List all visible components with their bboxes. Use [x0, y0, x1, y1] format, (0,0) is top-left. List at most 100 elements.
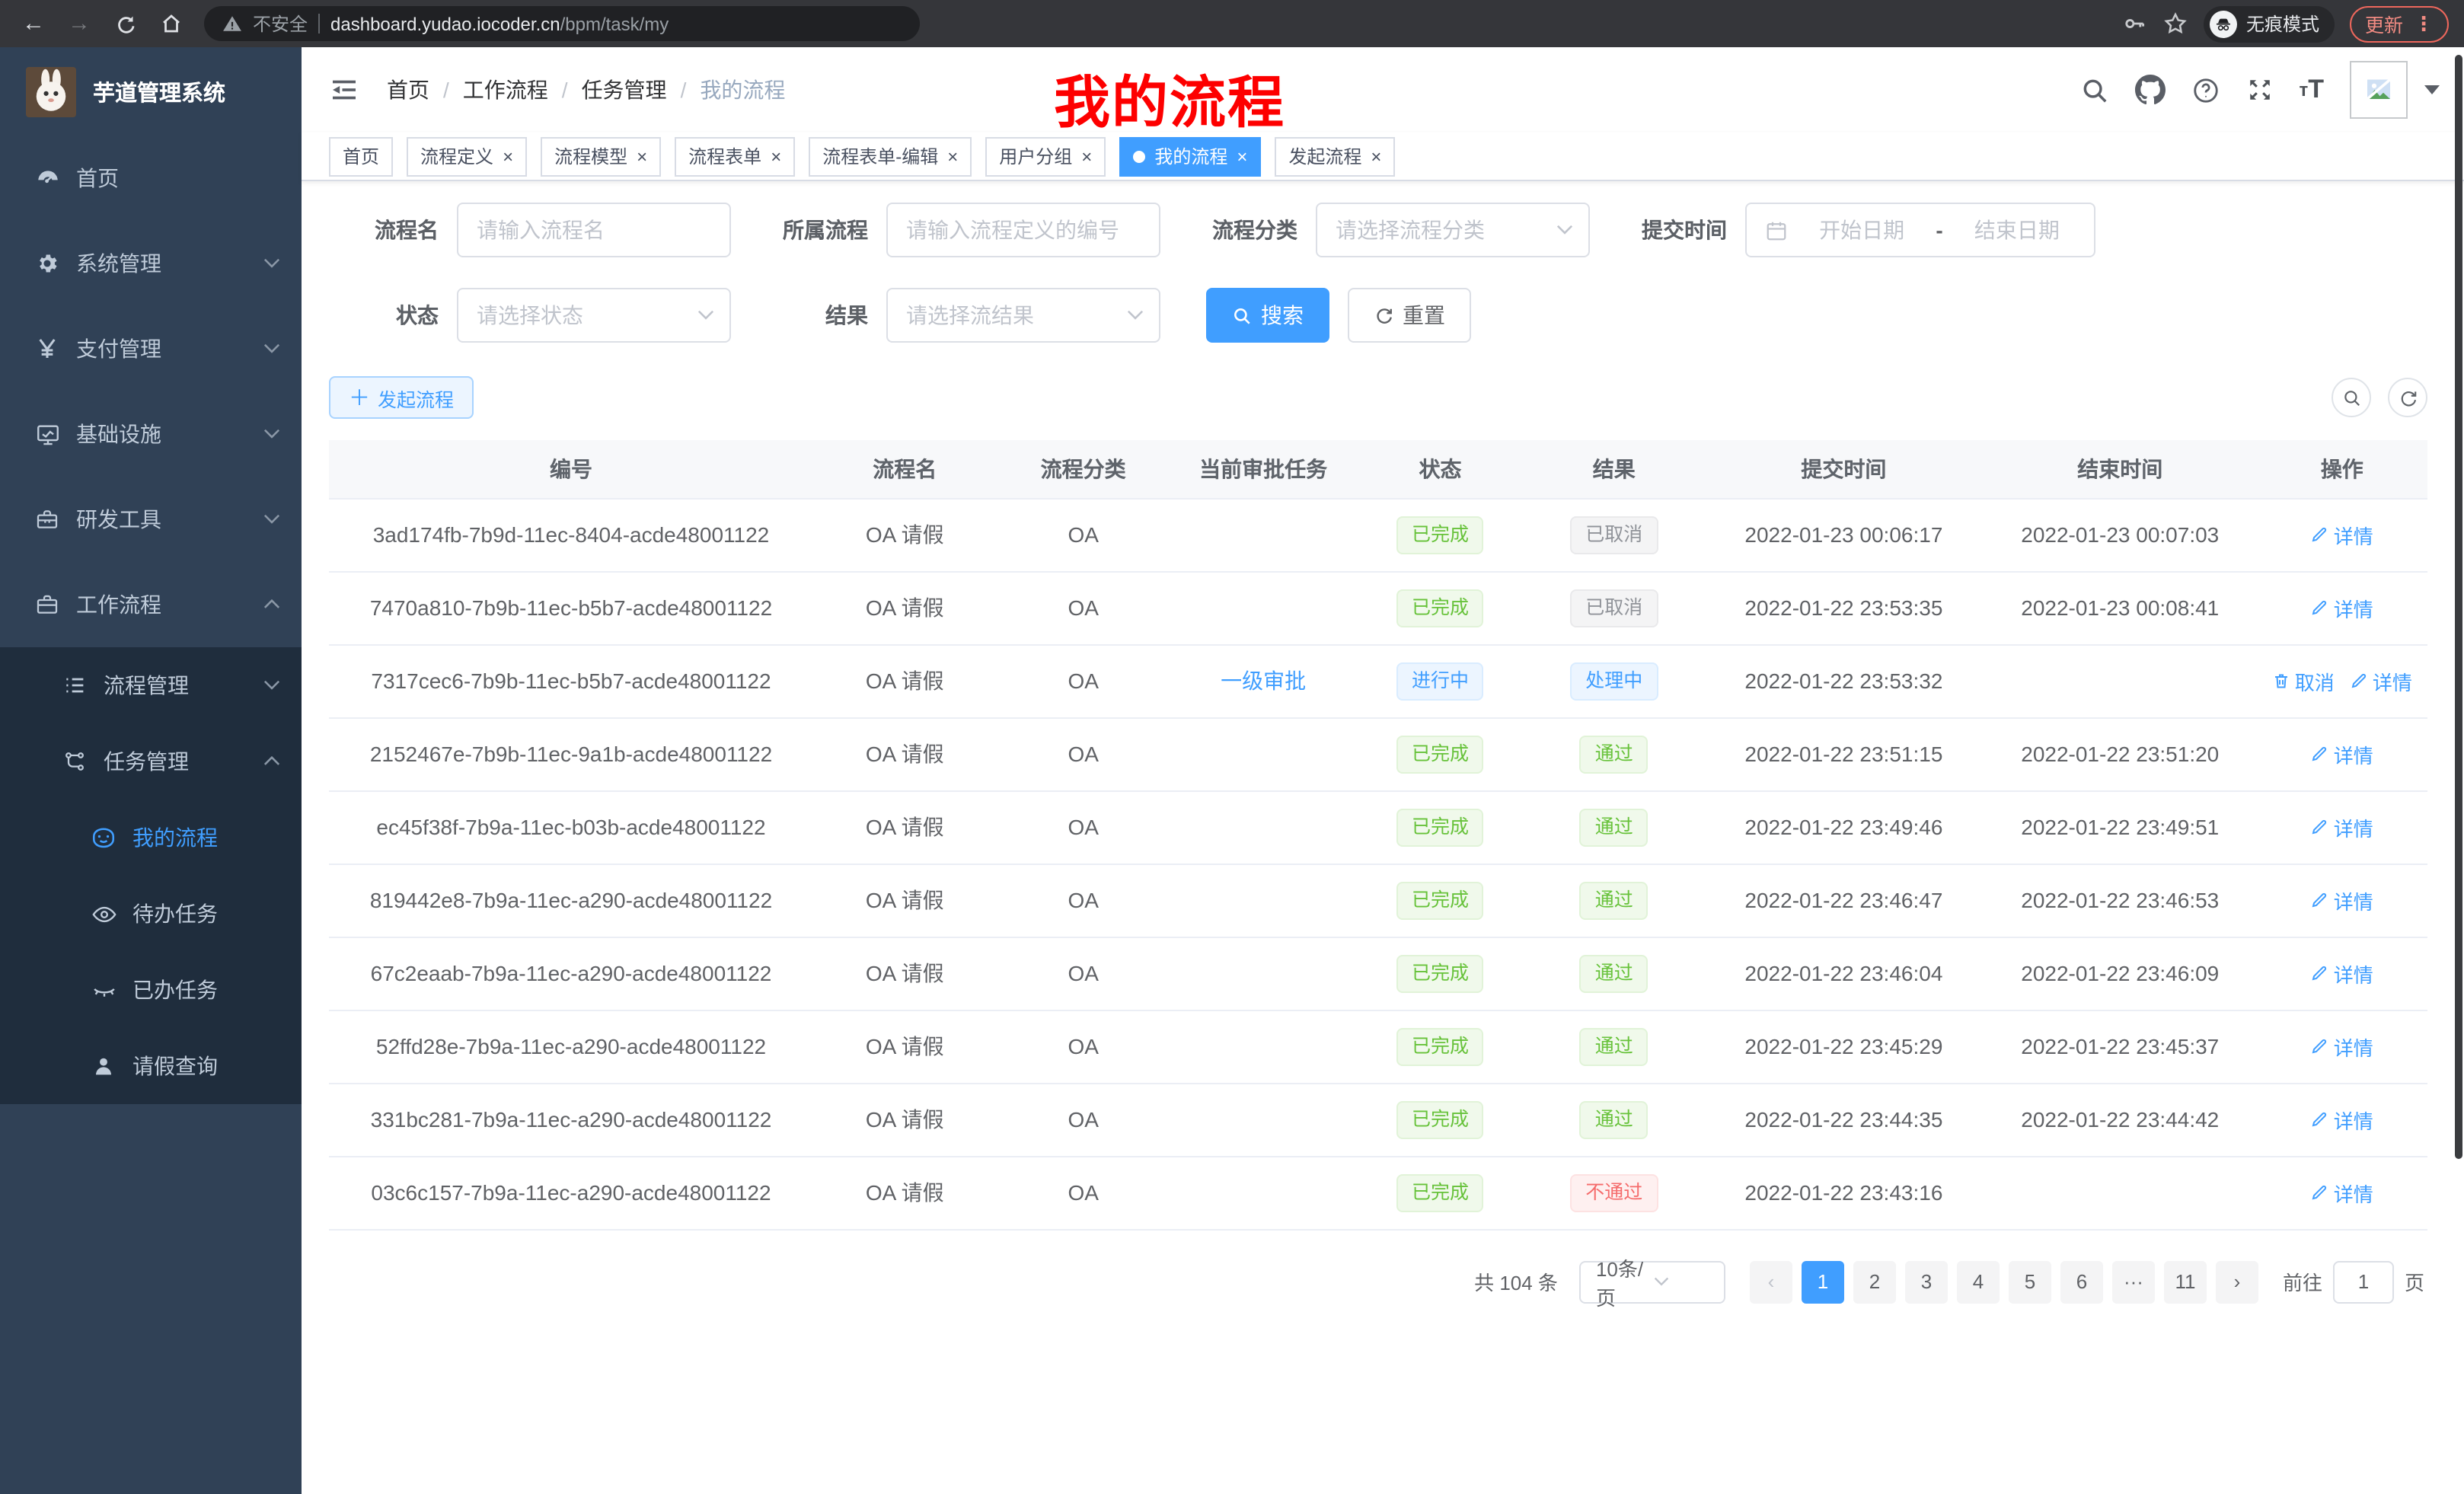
page-button-4[interactable]: 4 — [1957, 1260, 2000, 1303]
page-button-1[interactable]: 1 — [1802, 1260, 1844, 1303]
detail-action-link[interactable]: 详情 — [2311, 812, 2373, 841]
browser-menu-icon[interactable]: ⋮ — [2414, 11, 2434, 36]
font-size-icon[interactable]: тT — [2299, 75, 2324, 105]
sidebar-item-9[interactable]: 我的流程 — [0, 800, 302, 876]
close-icon[interactable]: × — [637, 147, 647, 165]
detail-action-link[interactable]: 详情 — [2311, 593, 2373, 622]
cell-process-name: OA 请假 — [813, 1083, 997, 1156]
breadcrumb-home[interactable]: 首页 — [387, 75, 429, 105]
detail-action-link[interactable]: 详情 — [2311, 1105, 2373, 1134]
address-bar[interactable]: 不安全 dashboard.yudao.iocoder.cn/bpm/task/… — [204, 6, 920, 41]
sidebar-item-3[interactable]: 支付管理 — [0, 306, 302, 391]
close-icon[interactable]: × — [1081, 147, 1092, 165]
browser-reload-button[interactable] — [107, 5, 143, 42]
breadcrumb-workflow[interactable]: 工作流程 — [463, 75, 548, 105]
page-button-6[interactable]: 6 — [2060, 1260, 2103, 1303]
page-button-11[interactable]: 11 — [2164, 1260, 2207, 1303]
status-select[interactable]: 请选择状态 — [457, 288, 731, 343]
result-select[interactable]: 请选择流结果 — [886, 288, 1160, 343]
help-icon[interactable] — [2191, 75, 2220, 104]
search-icon[interactable] — [2079, 75, 2108, 104]
detail-action-link[interactable]: 详情 — [2311, 886, 2373, 915]
next-page-button[interactable]: › — [2216, 1260, 2258, 1303]
create-process-button[interactable]: ＋ 发起流程 — [329, 376, 474, 419]
detail-action-link[interactable]: 详情 — [2311, 1032, 2373, 1061]
goto-page-input[interactable] — [2333, 1260, 2394, 1303]
detail-action-link[interactable]: 详情 — [2311, 739, 2373, 768]
cancel-action-link[interactable]: 取消 — [2272, 666, 2335, 695]
cell-result: 已取消 — [1524, 571, 1704, 644]
cell-actions: 详情 — [2257, 790, 2427, 864]
sidebar-item-5[interactable]: 研发工具 — [0, 477, 302, 562]
detail-action-link[interactable]: 详情 — [2311, 959, 2373, 988]
show-search-button[interactable] — [2332, 378, 2371, 417]
breadcrumb-task-mgmt[interactable]: 任务管理 — [582, 75, 667, 105]
browser-home-button[interactable] — [152, 5, 189, 42]
process-name-input[interactable] — [457, 203, 731, 257]
github-icon[interactable] — [2134, 75, 2165, 105]
page-button-2[interactable]: 2 — [1853, 1260, 1896, 1303]
tab-1[interactable]: 首页 — [329, 136, 393, 176]
close-icon[interactable]: × — [1237, 147, 1247, 165]
process-category-select[interactable]: 请选择流程分类 — [1316, 203, 1590, 257]
detail-action-link[interactable]: 详情 — [2350, 666, 2412, 695]
process-definition-input[interactable] — [886, 203, 1160, 257]
avatar[interactable] — [2350, 61, 2408, 119]
sidebar-item-7[interactable]: 流程管理 — [0, 647, 302, 723]
avatar-caret-icon[interactable] — [2424, 85, 2440, 94]
page-ellipsis[interactable]: ··· — [2112, 1260, 2155, 1303]
table-row-4: 2152467e-7b9b-11ec-9a1b-acde48001122OA 请… — [329, 717, 2427, 790]
detail-action-link[interactable]: 详情 — [2311, 1178, 2373, 1207]
tab-5[interactable]: 流程表单-编辑× — [809, 136, 972, 176]
search-button[interactable]: 搜索 — [1206, 288, 1329, 343]
home-icon — [159, 12, 182, 35]
tab-4[interactable]: 流程表单× — [675, 136, 795, 176]
close-icon[interactable]: × — [947, 147, 958, 165]
submit-time-range-picker[interactable]: 开始日期 - 结束日期 — [1745, 203, 2095, 257]
prev-page-button[interactable]: ‹ — [1750, 1260, 1792, 1303]
sidebar-item-12[interactable]: 请假查询 — [0, 1028, 302, 1104]
bookmark-star-icon[interactable] — [2162, 11, 2188, 37]
sidebar-item-6[interactable]: 工作流程 — [0, 562, 302, 647]
sidebar-item-8[interactable]: 任务管理 — [0, 723, 302, 800]
reset-button[interactable]: 重置 — [1348, 288, 1471, 343]
cell-id: 2152467e-7b9b-11ec-9a1b-acde48001122 — [329, 717, 813, 790]
current-task-link[interactable]: 一级审批 — [1221, 669, 1306, 693]
filter-row-2: 状态 请选择状态 结果 请选择流结果 — [329, 288, 2427, 343]
browser-back-button[interactable]: ← — [15, 5, 52, 42]
detail-action-link[interactable]: 详情 — [2311, 520, 2373, 549]
pencil-icon — [2311, 964, 2329, 982]
sidebar-collapse-button[interactable] — [326, 72, 362, 108]
cell-category: OA — [997, 1010, 1170, 1083]
cell-actions: 详情 — [2257, 1156, 2427, 1229]
cell-submit-time: 2022-01-22 23:45:29 — [1704, 1010, 1984, 1083]
sidebar-item-4[interactable]: 基础设施 — [0, 391, 302, 477]
browser-scrollbar-thumb[interactable] — [2455, 55, 2462, 1159]
page-size-select[interactable]: 10条/页 — [1579, 1260, 1725, 1303]
tab-3[interactable]: 流程模型× — [541, 136, 661, 176]
pencil-icon — [2311, 599, 2329, 617]
password-key-icon[interactable] — [2121, 11, 2147, 37]
chrome-update-button[interactable]: 更新 ⋮ — [2350, 5, 2449, 42]
close-icon[interactable]: × — [1371, 147, 1381, 165]
cell-current-task — [1170, 790, 1357, 864]
sidebar-item-11[interactable]: 已办任务 — [0, 952, 302, 1028]
refresh-table-button[interactable] — [2388, 378, 2427, 417]
tab-8[interactable]: 发起流程× — [1275, 136, 1395, 176]
sidebar-item-2[interactable]: 系统管理 — [0, 221, 302, 306]
tab-2[interactable]: 流程定义× — [407, 136, 527, 176]
incognito-badge: 无痕模式 — [2204, 5, 2335, 42]
page-button-5[interactable]: 5 — [2009, 1260, 2051, 1303]
sidebar-item-1[interactable]: 首页 — [0, 136, 302, 221]
cell-submit-time: 2022-01-22 23:46:47 — [1704, 864, 1984, 937]
browser-forward-button[interactable]: → — [61, 5, 97, 42]
page-button-3[interactable]: 3 — [1905, 1260, 1948, 1303]
tab-6[interactable]: 用户分组× — [985, 136, 1106, 176]
cell-result: 通过 — [1524, 717, 1704, 790]
app-logo-row[interactable]: 芋道管理系统 — [0, 47, 302, 136]
close-icon[interactable]: × — [503, 147, 513, 165]
tab-7[interactable]: 我的流程× — [1119, 136, 1261, 176]
sidebar-item-10[interactable]: 待办任务 — [0, 876, 302, 952]
fullscreen-icon[interactable] — [2245, 76, 2273, 104]
close-icon[interactable]: × — [771, 147, 781, 165]
